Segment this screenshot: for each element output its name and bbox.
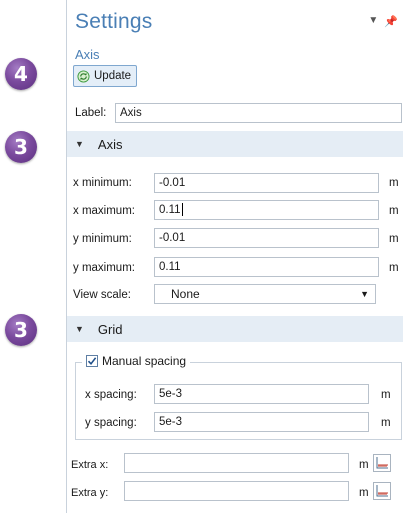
x-maximum-unit: m [389, 205, 399, 217]
extra-x-unit: m [359, 459, 369, 471]
x-spacing-label: x spacing: [85, 389, 137, 401]
label-field[interactable]: Axis [115, 103, 402, 123]
section-header-grid[interactable]: ▼ Grid [67, 316, 403, 342]
y-spacing-unit: m [381, 417, 391, 429]
settings-panel: Settings ▼ 📌 Axis Update Label: Axis ▼ A… [66, 0, 403, 513]
y-maximum-label: y maximum: [73, 262, 135, 274]
y-minimum-unit: m [389, 233, 399, 245]
collapse-triangle-icon: ▼ [75, 324, 84, 334]
range-editor-button-y[interactable] [373, 482, 391, 500]
x-maximum-field[interactable]: 0.11 [154, 200, 379, 220]
extra-x-field[interactable] [124, 453, 349, 473]
update-button[interactable]: Update [73, 65, 138, 87]
y-minimum-field[interactable]: -0.01 [154, 228, 379, 248]
manual-spacing-checkbox[interactable] [86, 355, 98, 367]
panel-controls: ▼ 📌 [368, 15, 398, 28]
update-label: Update [94, 70, 132, 82]
range-plot-icon [376, 485, 388, 497]
section-title-grid: Grid [97, 321, 123, 337]
y-spacing-field[interactable]: 5e-3 [154, 412, 369, 432]
x-minimum-unit: m [389, 177, 399, 189]
section-header-axis[interactable]: ▼ Axis [67, 131, 403, 157]
view-scale-select[interactable]: None ▼ [154, 284, 376, 304]
y-maximum-field[interactable]: 0.11 [154, 257, 379, 277]
pin-icon[interactable]: 📌 [384, 15, 398, 28]
extra-y-field[interactable] [124, 481, 349, 501]
extra-y-label: Extra y: [71, 487, 109, 499]
chevron-down-icon: ▼ [360, 289, 369, 299]
y-maximum-unit: m [389, 262, 399, 274]
x-minimum-label: x minimum: [73, 177, 132, 189]
view-scale-value: None [171, 287, 200, 301]
step-badge-3-axis: 3 [5, 131, 37, 163]
manual-spacing-group: Manual spacing x spacing: 5e-3 m y spaci… [75, 354, 402, 440]
x-minimum-field[interactable]: -0.01 [154, 173, 379, 193]
manual-spacing-label: Manual spacing [102, 354, 187, 368]
section-title-axis: Axis [97, 136, 123, 152]
manual-spacing-legend: Manual spacing [82, 354, 191, 368]
y-spacing-label: y spacing: [85, 417, 137, 429]
extra-x-label: Extra x: [71, 459, 109, 471]
range-plot-icon [376, 457, 388, 469]
x-spacing-unit: m [381, 389, 391, 401]
checkmark-icon [87, 357, 97, 366]
label-field-label: Label: [75, 107, 107, 119]
refresh-icon [77, 69, 90, 83]
x-maximum-label: x maximum: [73, 205, 135, 217]
y-minimum-label: y minimum: [73, 233, 132, 245]
range-editor-button-x[interactable] [373, 454, 391, 472]
view-scale-label: View scale: [73, 289, 131, 301]
step-badge-3-grid: 3 [5, 314, 37, 346]
text-cursor [181, 203, 183, 217]
collapse-triangle-icon: ▼ [75, 139, 84, 149]
step-badge-4: 4 [5, 58, 37, 90]
node-name: Axis [75, 47, 100, 62]
dropdown-arrow-icon[interactable]: ▼ [368, 15, 378, 28]
extra-y-unit: m [359, 487, 369, 499]
x-spacing-field[interactable]: 5e-3 [154, 384, 369, 404]
panel-title: Settings [75, 10, 153, 33]
